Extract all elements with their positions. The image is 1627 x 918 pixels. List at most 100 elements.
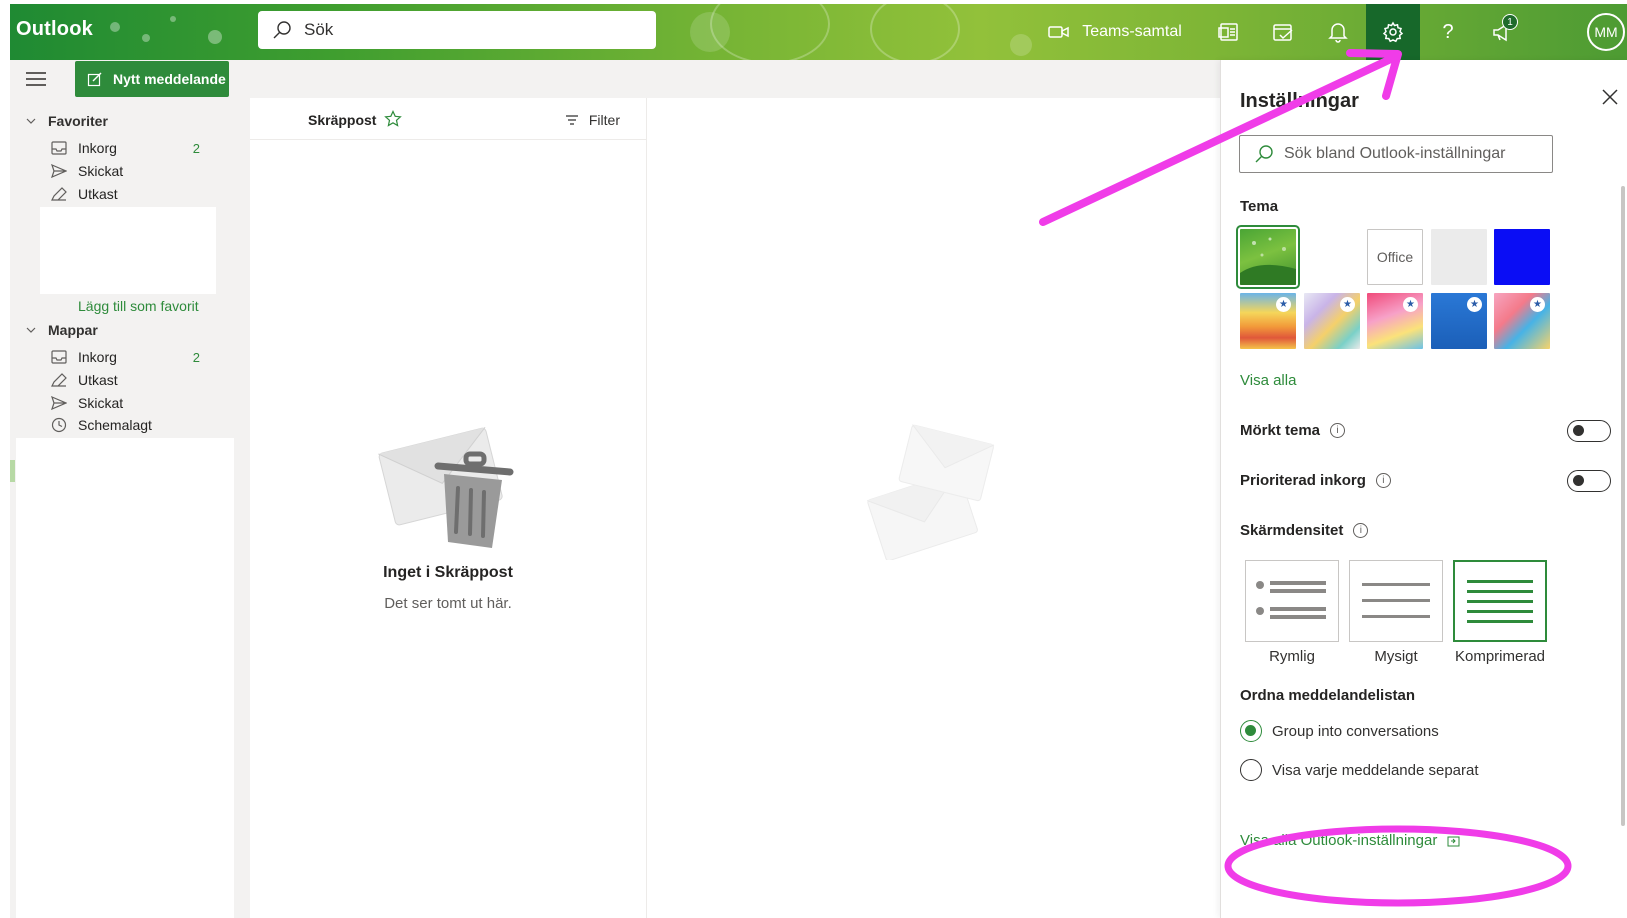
gear-icon — [1382, 21, 1404, 43]
help-button[interactable]: ? — [1425, 4, 1471, 60]
premium-star-icon: ★ — [1340, 297, 1355, 312]
settings-scrollbar[interactable] — [1621, 186, 1625, 826]
density-label: Skärmdensitet i — [1240, 522, 1369, 539]
theme-swatch-blue[interactable] — [1494, 229, 1550, 285]
calendar-check-icon — [1273, 24, 1293, 41]
theme-swatch-gray[interactable] — [1431, 229, 1487, 285]
settings-title: Inställningar — [1240, 90, 1359, 112]
theme-swatch-white[interactable] — [1304, 229, 1360, 285]
new-message-button[interactable]: Nytt meddelande — [75, 61, 229, 97]
search-icon — [273, 21, 291, 39]
radio-separate-messages[interactable]: Visa varje meddelande separat — [1240, 759, 1479, 781]
unread-count: 2 — [192, 349, 200, 365]
density-label-compact[interactable]: Komprimerad — [1448, 648, 1552, 665]
theme-swatch-unicorn[interactable]: ★ — [1367, 293, 1423, 349]
search-input[interactable]: Sök — [258, 11, 656, 49]
theme-swatch-sunset[interactable]: ★ — [1240, 293, 1296, 349]
add-favorite-link[interactable]: Lägg till som favorit — [78, 298, 199, 314]
density-heading: Skärmdensitet — [1240, 522, 1344, 539]
theme-swatch-green[interactable] — [1236, 225, 1300, 289]
radio-button-selected[interactable] — [1240, 720, 1262, 742]
folder-item-scheduled[interactable]: Schemalagt — [50, 414, 210, 436]
info-icon[interactable]: i — [1330, 423, 1346, 438]
theme-swatch-pixel[interactable]: ★ — [1494, 293, 1550, 349]
notification-badge: 1 — [1502, 14, 1518, 30]
density-roomy-preview — [1256, 581, 1326, 619]
theme-decoration — [1010, 34, 1032, 56]
nav-item-label: Utkast — [78, 372, 118, 388]
radio-button[interactable] — [1240, 759, 1262, 781]
favorites-item-inbox[interactable]: Inkorg 2 — [50, 137, 210, 159]
teams-call-button[interactable]: Teams-samtal — [1040, 4, 1190, 60]
empty-junk-illustration — [378, 427, 514, 548]
compose-icon — [87, 72, 102, 87]
nav-scroll-indicator[interactable] — [10, 460, 15, 482]
folder-item-inbox[interactable]: Inkorg 2 — [50, 346, 210, 368]
outlook-app: Outlook Sök Teams-samtal ? 1 MM Nytt med… — [10, 4, 1627, 918]
density-option-cozy[interactable] — [1349, 560, 1443, 642]
focused-inbox-text: Prioriterad inkorg — [1240, 472, 1366, 489]
density-label-roomy[interactable]: Rymlig — [1240, 648, 1344, 665]
empty-state-title: Inget i Skräppost — [383, 564, 513, 581]
theme-swatch-pastel[interactable]: ★ — [1304, 293, 1360, 349]
density-option-compact[interactable] — [1453, 560, 1547, 642]
see-all-themes-link[interactable]: Visa alla — [1240, 372, 1296, 389]
premium-star-icon: ★ — [1403, 297, 1418, 312]
folder-item-drafts[interactable]: Utkast — [50, 369, 210, 391]
favorites-drop-zone — [40, 207, 216, 294]
favorites-item-sent[interactable]: Skickat — [50, 160, 210, 182]
office-apps-button[interactable] — [1206, 4, 1252, 60]
radio-label: Visa varje meddelande separat — [1272, 761, 1479, 779]
nav-item-label: Skickat — [78, 395, 124, 411]
info-icon[interactable]: i — [1353, 523, 1369, 538]
settings-search-input[interactable]: Sök bland Outlook-inställningar — [1239, 135, 1553, 173]
theme-swatch-office[interactable]: Office — [1367, 229, 1423, 285]
folders-section-header[interactable]: Mappar — [26, 322, 98, 338]
info-icon[interactable]: i — [1375, 473, 1391, 488]
favorites-item-drafts[interactable]: Utkast — [50, 183, 210, 205]
hamburger-menu-icon[interactable] — [26, 72, 46, 88]
density-label-cozy[interactable]: Mysigt — [1344, 648, 1448, 665]
density-compact-preview — [1467, 580, 1533, 623]
search-icon — [1255, 145, 1273, 163]
filter-button[interactable]: Filter — [565, 112, 620, 128]
theme-decoration — [170, 16, 176, 22]
reading-pane-heading-partial — [1240, 802, 1400, 812]
star-icon[interactable] — [384, 110, 402, 128]
premium-star-icon: ★ — [1530, 297, 1545, 312]
view-all-settings-link[interactable]: Visa alla Outlook-inställningar — [1240, 832, 1461, 849]
theme-preview-image — [1240, 237, 1296, 285]
focused-inbox-toggle[interactable] — [1567, 470, 1611, 492]
send-icon — [51, 164, 67, 178]
app-logo[interactable]: Outlook — [16, 18, 93, 41]
nav-item-label: Utkast — [78, 186, 118, 202]
filter-icon — [565, 115, 578, 125]
premium-star-icon: ★ — [1467, 297, 1482, 312]
empty-state-subtitle: Det ser tomt ut här. — [384, 595, 512, 612]
notifications-button[interactable] — [1315, 4, 1361, 60]
feedback-button[interactable]: 1 — [1478, 4, 1528, 60]
density-cozy-preview — [1362, 583, 1430, 618]
close-icon[interactable] — [1599, 86, 1621, 108]
inbox-icon — [51, 141, 67, 155]
settings-button[interactable] — [1366, 4, 1420, 60]
radio-group-conversations[interactable]: Group into conversations — [1240, 720, 1439, 742]
density-option-roomy[interactable] — [1245, 560, 1339, 642]
folders-title: Mappar — [48, 322, 98, 338]
avatar[interactable]: MM — [1587, 13, 1625, 51]
filter-label: Filter — [588, 112, 620, 128]
my-day-button[interactable] — [1260, 4, 1306, 60]
open-external-icon — [1447, 836, 1460, 846]
theme-decoration — [870, 4, 960, 60]
view-all-settings-label: Visa alla Outlook-inställningar — [1240, 832, 1438, 849]
teams-call-label: Teams-samtal — [1082, 23, 1182, 40]
folder-item-sent[interactable]: Skickat — [50, 392, 210, 414]
nav-item-label: Inkorg — [78, 349, 117, 365]
pencil-icon — [51, 187, 67, 201]
theme-swatch-circuit[interactable]: ★ — [1431, 293, 1487, 349]
settings-panel: Inställningar Sök bland Outlook-inställn… — [1220, 60, 1627, 918]
bell-icon — [1328, 23, 1348, 43]
dark-mode-toggle[interactable] — [1567, 420, 1611, 442]
chevron-down-icon — [26, 327, 36, 333]
favorites-section-header[interactable]: Favoriter — [26, 113, 108, 129]
